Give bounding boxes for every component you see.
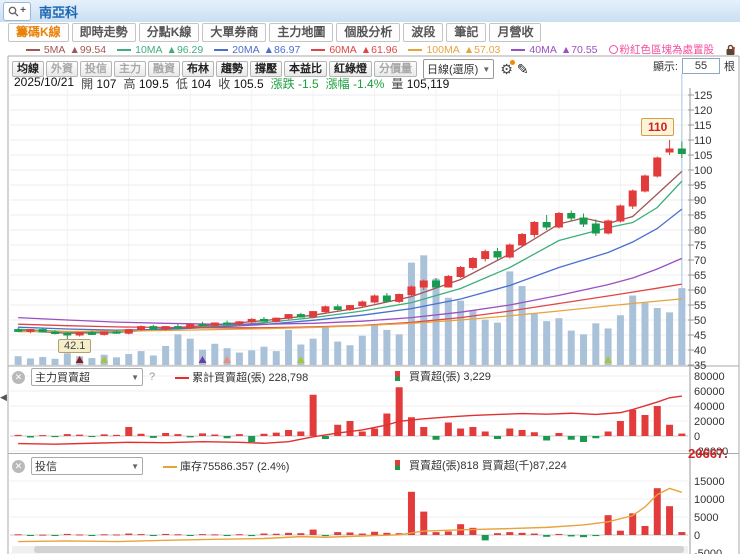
close-icon[interactable]: ✕ (12, 370, 25, 384)
pane2-bar-legend: 買賣超(張) 3,229 (395, 368, 491, 384)
chevron-down-icon: ▼ (482, 64, 491, 74)
chevron-down-icon: ▼ (131, 461, 139, 471)
svg-text:20000: 20000 (694, 416, 725, 428)
svg-text:75: 75 (694, 240, 706, 252)
ohlc-date: 2025/10/21 (14, 75, 75, 89)
notification-dot (509, 60, 515, 65)
svg-text:120: 120 (694, 105, 712, 117)
svg-text:40: 40 (694, 345, 706, 357)
collapse-pane-arrow[interactable]: ◀ (0, 392, 7, 403)
pane3-indicator-select[interactable]: 投信 ▼ (31, 457, 143, 475)
pane2-axis-value: 20667. (688, 446, 728, 461)
open-value: 107 (96, 77, 117, 91)
svg-text:115: 115 (694, 120, 712, 132)
high-price-marker: 110 (641, 118, 675, 136)
bar-legend-icon (395, 371, 400, 381)
svg-text:95: 95 (694, 180, 706, 192)
svg-text:55: 55 (694, 300, 706, 312)
pane3-line-legend: 庫存75586.357 (2.4%) (163, 458, 289, 474)
svg-text:60: 60 (694, 285, 706, 297)
pane3-bar-legend: 買賣超(張)818 買賣超(千)87,224 (395, 457, 567, 473)
chevron-down-icon: ▼ (131, 372, 139, 382)
change-pct-value: -1.4% (353, 77, 385, 91)
svg-text:50: 50 (694, 315, 706, 327)
svg-text:65: 65 (694, 270, 706, 282)
low-price-marker: 42.1 (58, 339, 92, 353)
volume-value: 105,119 (406, 77, 450, 91)
svg-text:70: 70 (694, 255, 706, 267)
pane2-line-legend: 累計買賣超(張) 228,798 (175, 369, 308, 385)
svg-text:60000: 60000 (694, 386, 725, 398)
display-bars-control: 顯示: 根 (653, 58, 735, 74)
high-value: 109.5 (138, 77, 169, 91)
bars-count-input[interactable] (682, 58, 720, 74)
display-label: 顯示: (652, 61, 678, 73)
svg-text:10000: 10000 (694, 494, 725, 506)
low-value: 104 (191, 77, 212, 91)
svg-text:0: 0 (694, 431, 700, 443)
svg-text:80: 80 (694, 225, 706, 237)
chip-kline-app: 125 120 115 110 105 100 95 90 85 80 75 70 65 60 55 50 45… (0, 0, 740, 554)
pane3-header: ✕ 投信 ▼ 庫存75586.357 (2.4%) (12, 457, 289, 475)
svg-text:105: 105 (694, 150, 712, 162)
svg-text:100: 100 (694, 165, 712, 177)
svg-text:85: 85 (694, 210, 706, 222)
svg-text:40000: 40000 (694, 401, 725, 413)
close-icon[interactable]: ✕ (12, 459, 25, 473)
close-value: 105.5 (233, 77, 264, 91)
scrollbar-thumb[interactable] (34, 546, 684, 553)
svg-text:125: 125 (694, 90, 712, 102)
ohlc-info-row: 2025/10/21 開 107 高 109.5 低 104 收 105.5 漲… (14, 75, 450, 91)
inventory-line-swatch (163, 466, 177, 469)
bars-unit: 根 (724, 61, 735, 73)
svg-text:5000: 5000 (694, 512, 718, 524)
bar-legend-icon (395, 460, 400, 470)
svg-text:0: 0 (694, 530, 700, 542)
horizontal-scrollbar[interactable] (12, 546, 688, 553)
change-value: -1.5 (297, 77, 319, 91)
pane2-indicator-select[interactable]: 主力買賣超 ▼ (31, 368, 143, 386)
pencil-icon[interactable]: ✎ (517, 62, 529, 76)
question-mark-icon[interactable]: ? (149, 371, 155, 383)
svg-text:-5000: -5000 (694, 548, 722, 554)
svg-text:45: 45 (694, 330, 706, 342)
svg-text:15000: 15000 (694, 476, 725, 488)
svg-text:90: 90 (694, 195, 706, 207)
pane2-header: ✕ 主力買賣超 ▼ ? 累計買賣超(張) 228,798 (12, 368, 308, 386)
svg-text:110: 110 (694, 135, 712, 147)
svg-text:80000: 80000 (694, 371, 725, 383)
cumulative-line-swatch (175, 377, 190, 380)
gear-icon[interactable]: ⚙ (500, 60, 515, 76)
